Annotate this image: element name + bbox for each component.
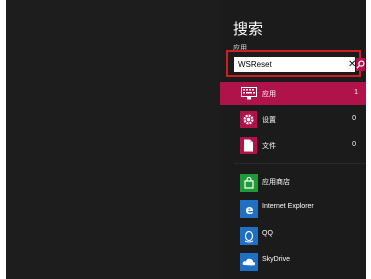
clear-search-button[interactable]: ✕ (348, 58, 356, 71)
app-result-store[interactable]: 应用商店 (234, 172, 366, 194)
app-label: SkyDrive (262, 256, 291, 263)
app-label: 应用商店 (262, 179, 290, 186)
results-divider (234, 163, 366, 164)
store-icon (240, 174, 258, 192)
app-result-internet-explorer[interactable]: e Internet Explorer (234, 198, 366, 220)
search-icon (356, 60, 365, 69)
skydrive-icon (240, 253, 258, 271)
ie-icon: e (240, 200, 258, 218)
category-settings[interactable]: 设置 0 (234, 108, 366, 131)
category-count: 0 (352, 115, 356, 122)
category-count: 1 (354, 89, 358, 96)
category-files[interactable]: 文件 0 (234, 134, 366, 157)
app-label: QQ (262, 230, 273, 237)
category-count: 0 (352, 141, 356, 148)
keyboard-icon (240, 85, 257, 102)
gear-icon (240, 111, 257, 128)
svg-text:e: e (245, 203, 253, 216)
start-screen-background (6, 0, 220, 279)
app-result-skydrive[interactable]: SkyDrive (234, 251, 366, 273)
search-charm-pane: 搜索 应用 ✕ (220, 0, 366, 279)
search-input[interactable] (234, 58, 348, 71)
screen: 搜索 应用 ✕ (6, 0, 366, 279)
app-result-qq[interactable]: QQ (234, 225, 366, 247)
qq-icon (240, 227, 258, 245)
category-apps[interactable]: 应用 1 (220, 82, 366, 105)
category-label: 应用 (262, 90, 276, 98)
search-charm-title: 搜索 (233, 20, 264, 38)
search-box: ✕ (234, 57, 366, 72)
category-label: 设置 (262, 116, 276, 124)
app-label: Internet Explorer (262, 203, 314, 210)
close-icon: ✕ (348, 59, 357, 70)
category-label: 文件 (262, 142, 276, 150)
document-icon (240, 137, 257, 154)
search-button[interactable] (356, 58, 366, 71)
